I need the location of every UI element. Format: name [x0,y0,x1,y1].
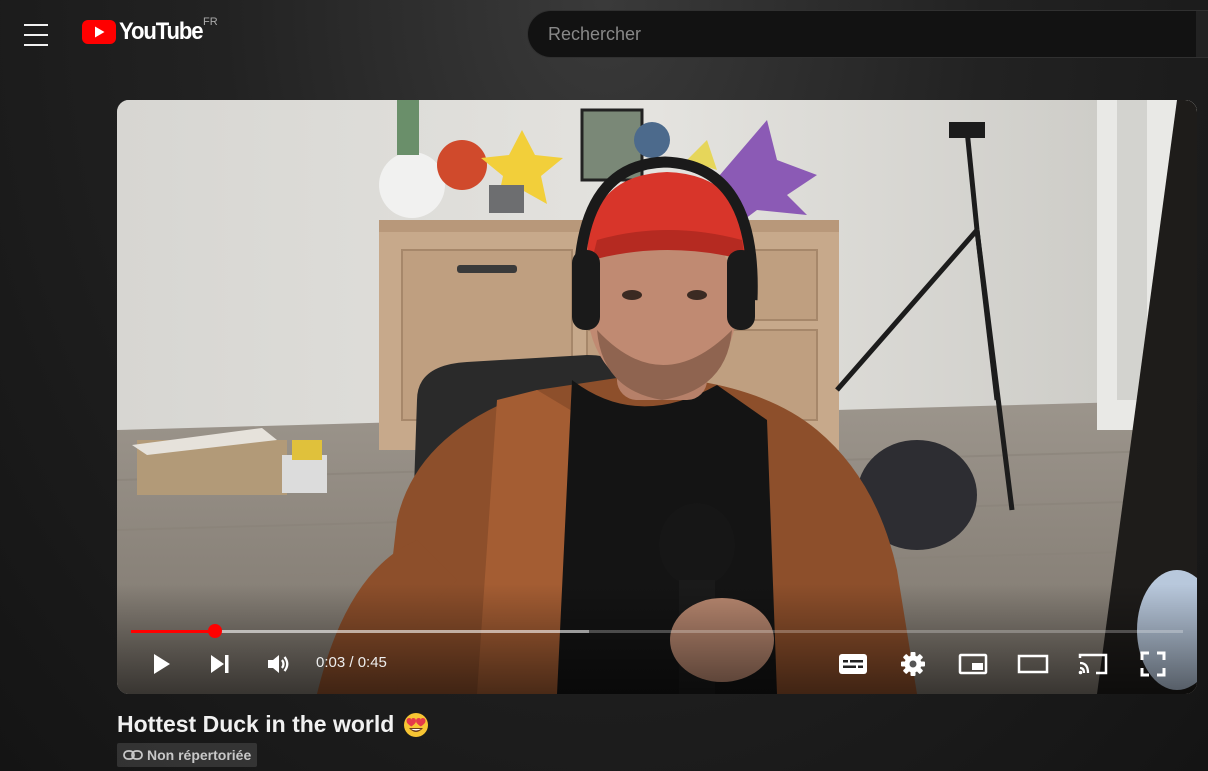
link-icon [123,750,143,760]
volume-icon [268,655,289,673]
visibility-label: Non répertoriée [147,747,252,763]
settings-gear-icon [901,652,925,676]
miniplayer-icon [958,653,988,675]
search-input[interactable] [528,11,1196,57]
time-display: 0:03 / 0:45 [316,654,387,671]
video-title: Hottest Duck in the world [117,711,395,737]
theater-mode-icon [1017,654,1049,674]
play-icon [154,654,170,674]
country-code: FR [203,16,218,28]
cast-icon [1078,653,1108,675]
settings-button[interactable] [895,646,931,682]
subtitles-icon [839,654,867,674]
search-button[interactable] [1196,10,1208,58]
volume-button[interactable] [261,646,297,682]
video-player[interactable]: 0:03 / 0:45 [117,100,1197,694]
hamburger-menu-icon[interactable] [22,24,52,46]
miniplayer-button[interactable] [955,646,991,682]
subtitles-button[interactable] [835,646,871,682]
youtube-play-logo-icon [82,20,116,44]
visibility-badge: Non répertoriée [117,743,258,767]
video-title-row: Hottest Duck in the world [117,711,429,738]
progress-bar[interactable] [131,624,1183,638]
cast-button[interactable] [1075,646,1111,682]
next-button[interactable] [203,646,235,682]
next-icon [211,655,229,673]
search-box[interactable] [527,10,1196,58]
youtube-watch-page: YouTube FR Rechercher 0:03 / 0:45 Hottes… [0,0,1208,771]
youtube-logo[interactable]: YouTube [82,20,210,44]
theater-mode-button[interactable] [1015,646,1051,682]
logo-text: YouTube [119,18,204,45]
play-button[interactable] [145,646,177,682]
heart-eyes-emoji-icon [404,712,429,737]
fullscreen-button[interactable] [1135,646,1171,682]
fullscreen-icon [1140,651,1166,677]
progress-played [131,630,216,633]
